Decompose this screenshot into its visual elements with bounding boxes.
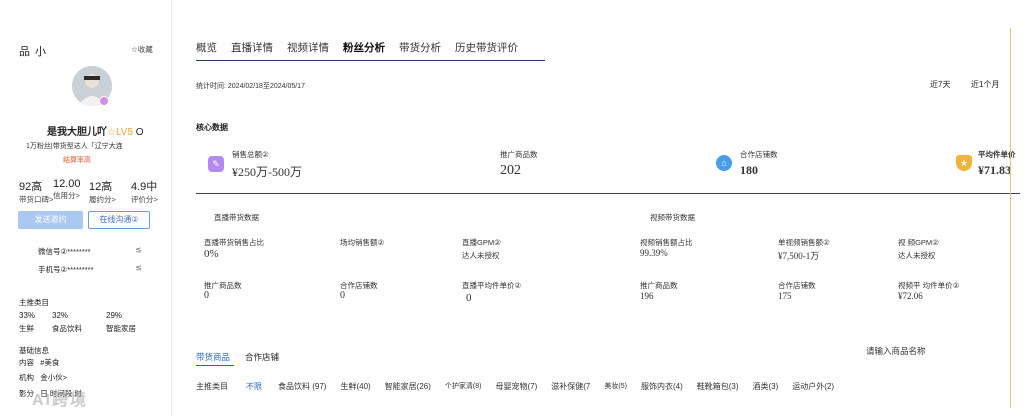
video-shops-value: 175: [778, 291, 792, 301]
tab-products[interactable]: 带货商品: [196, 351, 230, 363]
watermark: AI跨境: [32, 392, 89, 409]
video-single-sales-value: ¥7,500-1万: [778, 251, 820, 261]
basic-row-agency: 机构 金小伙>: [19, 373, 68, 382]
range-30d-button[interactable]: 近1个月: [971, 79, 999, 90]
category-fresh[interactable]: 生鲜(40): [340, 381, 370, 392]
tab-products-underline: [196, 365, 234, 366]
category-wine[interactable]: 酒类(3): [753, 381, 779, 392]
main-cat-name-1: 生鲜: [19, 324, 34, 333]
main-cat-pct-3: 29%: [106, 311, 123, 320]
edit-icon: ✎: [208, 156, 224, 172]
live-gpm-value: 达人未授权: [462, 251, 500, 260]
video-sales-ratio-value: 99.39%: [640, 248, 668, 258]
live-sales-ratio-label: 直播带货销售占比: [204, 238, 264, 247]
send-invite-button[interactable]: 发送邀约: [18, 211, 83, 229]
category-health[interactable]: 滋补保健(7: [551, 381, 590, 392]
score-stats: 92高 带货口碑> 12.00 信用分> 12高 履约分> 4.9中 评价分>: [19, 178, 159, 205]
live-avg-price-label: 直播平均件单价②: [462, 281, 522, 290]
video-products-label: 推广商品数: [640, 281, 678, 290]
main-cat-name-3: 智能家居: [106, 324, 136, 333]
video-avg-price-value: ¥72.06: [898, 291, 923, 301]
basic-row-content: 内容 #美食: [19, 358, 60, 367]
video-shops-label: 合作店铺数: [778, 281, 816, 290]
section-divider: [196, 193, 1020, 194]
live-section-title: 直播带货数据: [214, 213, 259, 222]
video-sales-ratio-label: 视频销售额占比: [640, 238, 693, 247]
core-sales-value: ¥250万-500万: [232, 165, 302, 179]
medal-icon: ★: [956, 155, 972, 171]
video-products-value: 196: [640, 291, 654, 301]
main-cat-pct-2: 32%: [52, 311, 69, 320]
core-avg-price-value: ¥71.83: [978, 163, 1011, 177]
category-baby[interactable]: 母婴宠物(7): [495, 381, 537, 392]
video-section-title: 视频带货数据: [650, 213, 695, 222]
tab-history-review[interactable]: 历史带货评价: [455, 40, 518, 55]
tab-sales-analysis[interactable]: 带货分析: [399, 40, 441, 55]
favorite-button[interactable]: ☆收藏: [131, 44, 153, 55]
video-single-sales-label: 单视频销售额②: [778, 238, 830, 247]
tab-underline: [196, 60, 545, 61]
verified-icon: [99, 96, 109, 106]
stat-fulfill[interactable]: 12高 履约分>: [89, 178, 116, 205]
main-panel: 概览 直播详情 视频详情 粉丝分析 带货分析 历史带货评价 统计时间: 2024…: [180, 0, 1020, 416]
stat-review[interactable]: 4.9中 评价分>: [131, 178, 158, 205]
core-products-label: 推广商品数: [500, 150, 538, 159]
category-label: 主推类目: [196, 382, 228, 391]
tab-shops[interactable]: 合作店铺: [245, 351, 279, 363]
core-data-title: 核心数据: [196, 123, 228, 132]
right-edge-rule: [1010, 28, 1011, 408]
wechat-label: 微信号②********: [38, 247, 91, 256]
live-products-value: 0: [204, 290, 209, 301]
category-home[interactable]: 智能家居(26): [385, 381, 431, 392]
tab-bar: 概览 直播详情 视频详情 粉丝分析 带货分析 历史带货评价: [196, 40, 518, 55]
phone-label: 手机号②*********: [38, 265, 94, 274]
live-gpm-label: 直播GPM②: [462, 238, 501, 247]
core-sales-label: 销售总额②: [232, 150, 269, 159]
live-sales-ratio-value: 0%: [204, 248, 219, 260]
stat-credit[interactable]: 12.00 信用分>: [53, 178, 81, 201]
profile-sidebar: 品 小 ☆收藏 是我大胆儿吖☆LV5 O 1万粉丝|带货型达人「辽宁大连 结算率…: [0, 0, 172, 416]
main-cat-name-2: 食品饮料: [52, 324, 82, 333]
settle-badge: 结算率高: [63, 157, 91, 164]
basic-info-title: 基础信息: [19, 346, 49, 355]
product-search-input[interactable]: 请输入商品名称: [866, 345, 986, 357]
live-avg-sales-label: 场均销售额②: [340, 238, 385, 247]
creator-name: 是我大胆儿吖☆LV5 O: [47, 127, 144, 138]
video-gpm-value: 达人未授权: [898, 251, 936, 260]
unlock-wechat-icon[interactable]: ≲: [135, 245, 142, 254]
core-shops-value: 180: [740, 163, 758, 177]
category-beauty[interactable]: 美妆(5): [604, 381, 627, 392]
tab-overview[interactable]: 概览: [196, 40, 217, 55]
shop-icon: ⌂: [716, 155, 732, 171]
video-avg-price-label: 视频平 均件单价②: [898, 281, 960, 290]
unlock-phone-icon[interactable]: ≲: [135, 263, 142, 272]
category-outdoor[interactable]: 运动户外(2): [792, 381, 834, 392]
category-care[interactable]: 个护家清(8): [445, 381, 482, 392]
live-avg-price-value: 0: [466, 292, 472, 304]
category-shoes[interactable]: 鞋靴箱包(3): [697, 381, 739, 392]
online-chat-button[interactable]: 在线沟通②: [88, 211, 150, 229]
tab-fans-analysis[interactable]: 粉丝分析: [343, 40, 385, 55]
main-cat-pct-1: 33%: [19, 311, 36, 320]
live-shops-value: 0: [340, 290, 345, 301]
stats-period: 统计时间: 2024/02/18至2024/05/17: [196, 83, 305, 90]
video-gpm-label: 视 频GPM②: [898, 238, 939, 247]
range-7d-button[interactable]: 近7天: [930, 79, 950, 90]
tab-live-detail[interactable]: 直播详情: [231, 40, 273, 55]
brand-title: 品 小: [19, 46, 48, 58]
category-food[interactable]: 食品饮料 (97): [278, 381, 326, 392]
creator-desc: 1万粉丝|带货型达人「辽宁大连: [26, 143, 123, 150]
category-apparel[interactable]: 服饰内衣(4): [641, 381, 683, 392]
live-shops-label: 合作店铺数: [340, 281, 378, 290]
live-products-label: 推广商品数: [204, 281, 242, 290]
main-category-title: 主推类目: [19, 298, 49, 307]
core-products-value: 202: [500, 163, 521, 178]
stat-reputation[interactable]: 92高 带货口碑>: [19, 178, 53, 205]
core-shops-label: 合作店铺数: [740, 150, 778, 159]
tab-video-detail[interactable]: 视频详情: [287, 40, 329, 55]
category-filter: 主推类目 不限 食品饮料 (97) 生鲜(40) 智能家居(26) 个护家清(8…: [196, 381, 848, 392]
category-all[interactable]: 不限: [246, 381, 262, 392]
